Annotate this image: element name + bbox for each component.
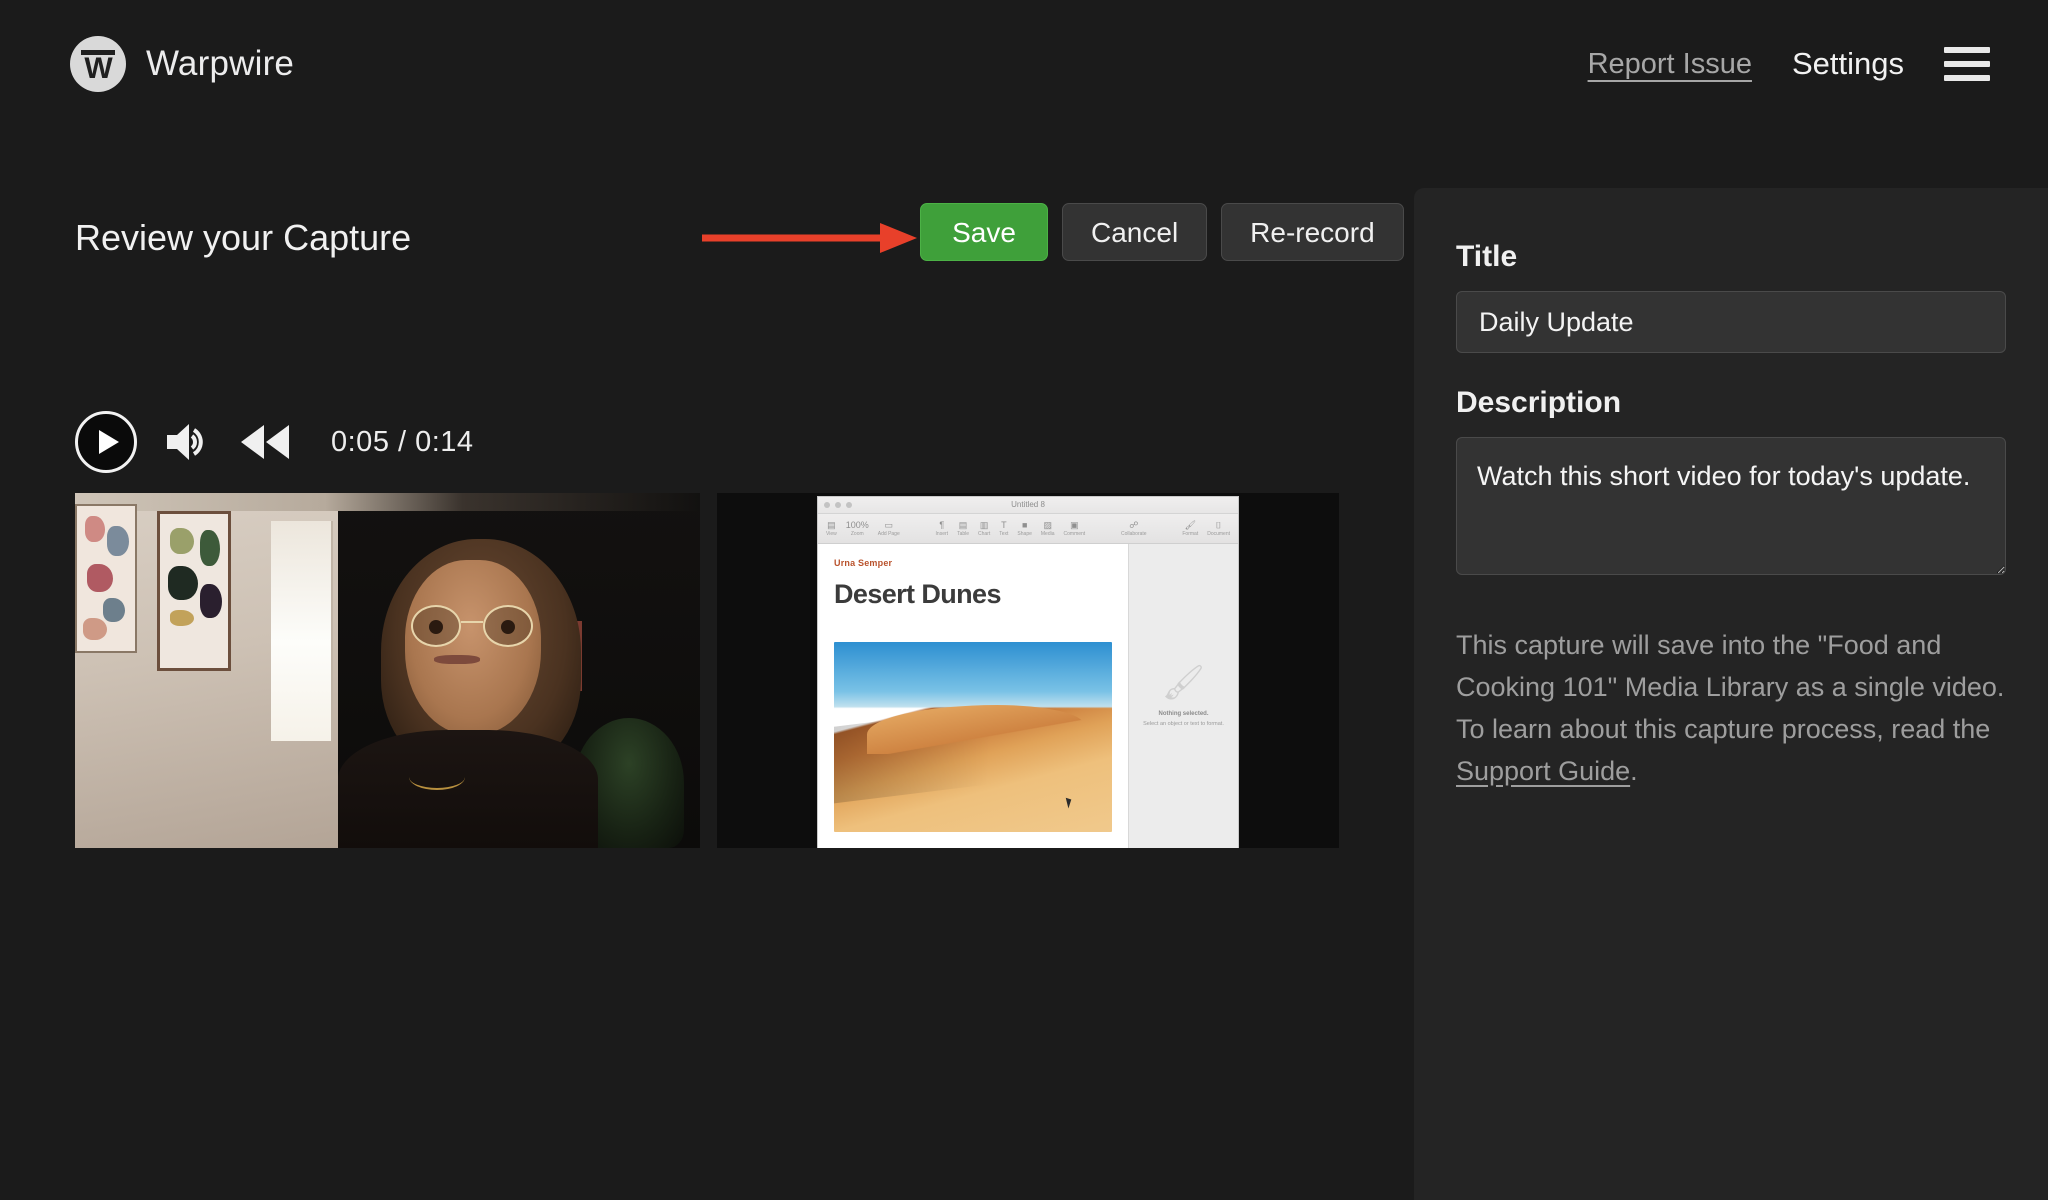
table-icon: ▤ Table <box>957 520 970 537</box>
main-content: Review your Capture Save Cancel Re-recor… <box>0 128 1414 1200</box>
desert-dunes-photo <box>834 642 1112 832</box>
save-button[interactable]: Save <box>920 203 1048 261</box>
inspector-title: Nothing selected. <box>1158 710 1209 717</box>
logo-letter: W <box>84 52 112 85</box>
info-text-after-link: . <box>1630 756 1638 786</box>
eyeglasses <box>409 604 535 647</box>
document-icon: ⌷ Document <box>1207 520 1231 537</box>
description-label: Description <box>1456 386 1622 419</box>
mouse-cursor-icon <box>1065 796 1074 809</box>
format-icon: 🖌 Format <box>1182 520 1199 537</box>
inspector-subtitle: Select an object or text to format. <box>1143 720 1224 727</box>
media-icon: ▨ Media <box>1040 520 1055 537</box>
header-nav: Report Issue Settings <box>1588 46 1990 82</box>
chart-icon: ▥ Chart <box>978 520 991 537</box>
report-issue-link[interactable]: Report Issue <box>1588 48 1752 81</box>
brand-name: Warpwire <box>146 44 295 83</box>
document-eyebrow: Urna Semper <box>834 558 893 568</box>
rewind-icon[interactable] <box>239 423 291 461</box>
title-input[interactable] <box>1456 291 2006 353</box>
info-text-before-link: This capture will save into the "Food an… <box>1456 630 2005 744</box>
capture-destination-info: This capture will save into the "Food an… <box>1456 624 2006 792</box>
hamburger-menu-icon[interactable] <box>1944 47 1990 81</box>
app-header: W Warpwire Report Issue Settings <box>0 0 2048 128</box>
annotation-arrow-icon <box>702 221 917 255</box>
insert-icon: ¶ Insert <box>935 520 949 537</box>
document-toolbar: ▤ View 100% Zoom ▭ Add Page ¶ Insert ▤ Table … <box>818 514 1238 544</box>
description-textarea[interactable] <box>1456 437 2006 575</box>
add-page-icon: ▭ Add Page <box>877 520 900 537</box>
document-canvas: Urna Semper Desert Dunes <box>818 544 1128 848</box>
collaborate-icon: ☍ Collaborate <box>1121 520 1147 537</box>
document-titlebar: Untitled 8 <box>818 497 1238 514</box>
document-inspector-panel: 🖌 Nothing selected. Select an object or … <box>1128 544 1238 848</box>
document-window-title: Untitled 8 <box>1011 500 1045 509</box>
cancel-button[interactable]: Cancel <box>1062 203 1208 261</box>
settings-link[interactable]: Settings <box>1792 46 1904 82</box>
warpwire-logo-icon: W <box>70 36 126 92</box>
wall-art-right <box>157 510 231 671</box>
player-controls: 0:05 / 0:14 <box>75 411 474 473</box>
play-icon[interactable] <box>75 411 137 473</box>
capture-details-panel: Title Description This capture will save… <box>1414 188 2048 1200</box>
wall-art-left <box>75 503 137 653</box>
text-icon: T Text <box>999 520 1009 537</box>
action-buttons: Save Cancel Re-record <box>920 203 1404 261</box>
capture-toolbar: Review your Capture Save Cancel Re-recor… <box>75 203 1404 273</box>
page-title: Review your Capture <box>75 217 412 258</box>
paintbrush-icon: 🖌 <box>1161 663 1206 702</box>
shape-icon: ■ Shape <box>1017 520 1032 537</box>
support-guide-link[interactable]: Support Guide <box>1456 756 1630 786</box>
view-tool-icon: ▤ View <box>826 520 837 537</box>
time-display: 0:05 / 0:14 <box>331 425 474 458</box>
document-body: Urna Semper Desert Dunes 🖌 Nothing selec… <box>818 544 1238 848</box>
title-label: Title <box>1456 240 1518 273</box>
comment-icon: ▣ Comment <box>1063 520 1086 537</box>
app-root: W Warpwire Report Issue Settings Review … <box>0 0 2048 1200</box>
brand[interactable]: W Warpwire <box>70 36 294 92</box>
shared-document-window: Untitled 8 ▤ View 100% Zoom ▭ Add Page ¶ Ins… <box>818 497 1238 848</box>
zoom-tool: 100% Zoom <box>845 520 869 537</box>
screen-share-preview[interactable]: Untitled 8 ▤ View 100% Zoom ▭ Add Page ¶ Ins… <box>717 493 1339 848</box>
volume-icon[interactable] <box>165 421 211 463</box>
webcam-preview[interactable] <box>75 493 700 848</box>
re-record-button[interactable]: Re-record <box>1221 203 1404 261</box>
document-heading: Desert Dunes <box>834 579 1001 609</box>
